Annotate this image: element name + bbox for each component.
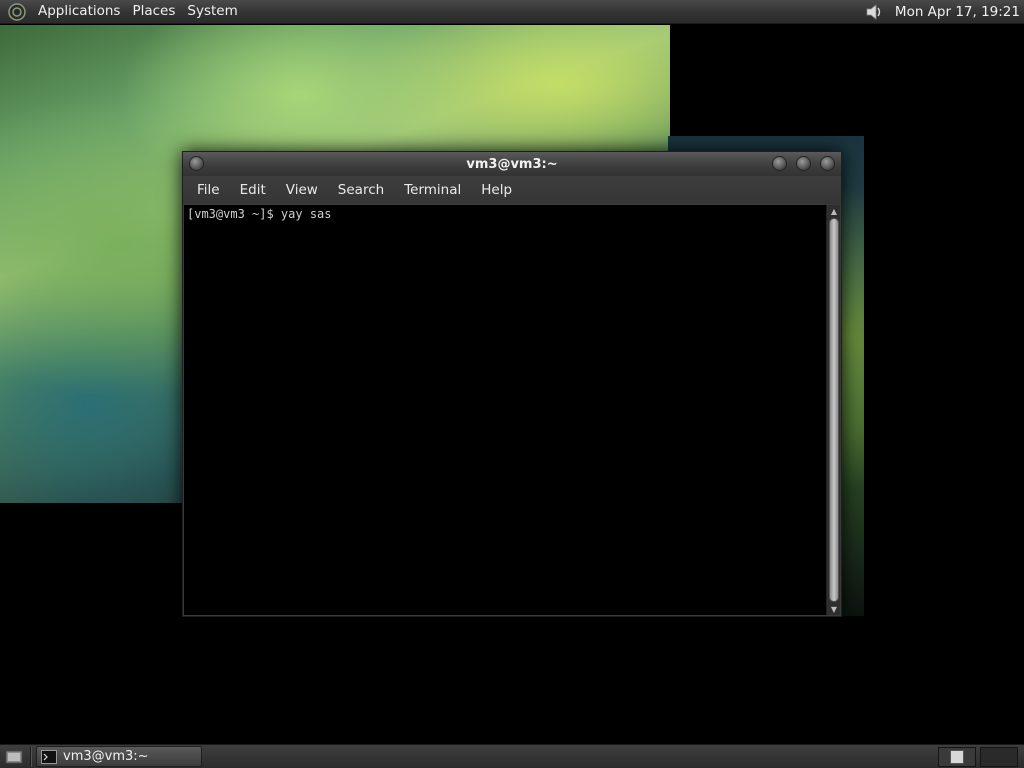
- menu-file[interactable]: File: [187, 176, 230, 204]
- workspace-2[interactable]: [980, 746, 1018, 767]
- terminal-menubar: File Edit View Search Terminal Help: [183, 176, 841, 204]
- top-panel: Applications Places System Mon Apr 17, 1…: [0, 0, 1024, 24]
- clock[interactable]: Mon Apr 17, 19:21: [895, 4, 1024, 20]
- menu-places[interactable]: Places: [126, 0, 181, 24]
- window-menu-button[interactable]: [189, 156, 204, 171]
- terminal-window: vm3@vm3:~ File Edit View Search Terminal…: [182, 151, 842, 617]
- workspace-window-preview: [950, 749, 964, 764]
- desktop: Applications Places System Mon Apr 17, 1…: [0, 0, 1024, 768]
- workspace-switcher: [938, 746, 1018, 767]
- vertical-scrollbar[interactable]: ▲ ▼: [826, 205, 840, 615]
- terminal-icon: [41, 749, 57, 764]
- menu-applications[interactable]: Applications: [32, 0, 126, 24]
- gnome-foot-icon[interactable]: [6, 2, 28, 22]
- window-titlebar[interactable]: vm3@vm3:~: [183, 152, 841, 176]
- scroll-down-icon[interactable]: ▼: [828, 604, 840, 614]
- taskbar-button-terminal[interactable]: vm3@vm3:~: [36, 746, 202, 767]
- window-title: vm3@vm3:~: [466, 156, 558, 172]
- speaker-icon[interactable]: [863, 1, 885, 23]
- close-button[interactable]: [820, 156, 835, 171]
- menu-help[interactable]: Help: [471, 176, 522, 204]
- menu-search[interactable]: Search: [328, 176, 394, 204]
- taskbar-label: vm3@vm3:~: [63, 749, 149, 764]
- scrollbar-thumb[interactable]: [829, 218, 839, 602]
- menu-terminal[interactable]: Terminal: [394, 176, 471, 204]
- bottom-panel: vm3@vm3:~: [0, 744, 1024, 768]
- menu-edit[interactable]: Edit: [230, 176, 276, 204]
- scroll-up-icon[interactable]: ▲: [828, 206, 840, 216]
- terminal-line: [vm3@vm3 ~]$ yay sas: [187, 207, 332, 221]
- workspace-1[interactable]: [938, 746, 976, 767]
- menu-view[interactable]: View: [276, 176, 328, 204]
- minimize-button[interactable]: [772, 156, 787, 171]
- maximize-button[interactable]: [796, 156, 811, 171]
- panel-tray: Mon Apr 17, 19:21: [863, 0, 1024, 24]
- panel-separator: [30, 746, 32, 767]
- show-desktop-icon[interactable]: [2, 745, 26, 768]
- terminal-output[interactable]: [vm3@vm3 ~]$ yay sas: [184, 205, 828, 615]
- menu-system[interactable]: System: [181, 0, 243, 24]
